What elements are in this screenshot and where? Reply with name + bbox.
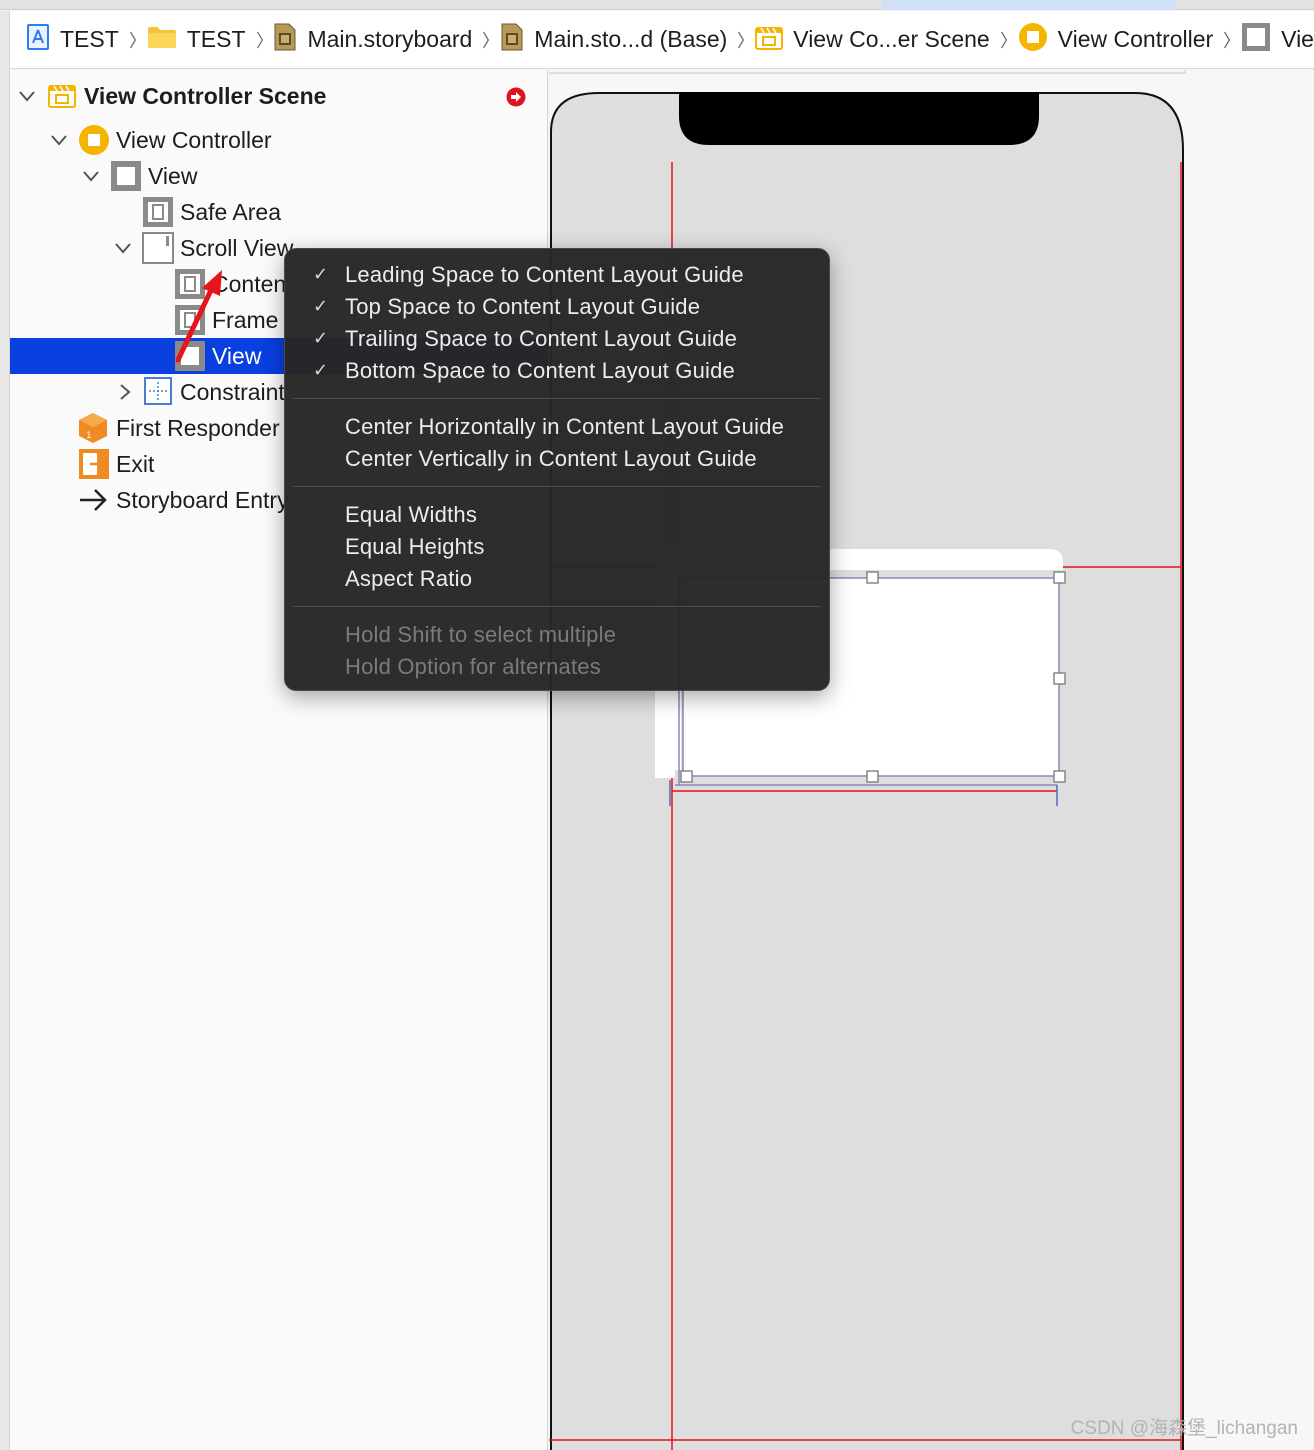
- menu-item-label: Leading Space to Content Layout Guide: [345, 262, 744, 287]
- view-icon: [110, 160, 142, 198]
- warning-arrow-icon[interactable]: [506, 86, 526, 113]
- constraints-icon: [144, 377, 172, 411]
- crumb-project[interactable]: TEST: [26, 23, 119, 57]
- crumb-view[interactable]: Vie: [1241, 22, 1314, 58]
- first-responder-icon: 1: [78, 412, 108, 450]
- xcode-window: TEST TEST Main.storyboard Main.sto...d (…: [0, 0, 1314, 1450]
- menu-item-center-horizontally[interactable]: Center Horizontally in Content Layout Gu…: [285, 411, 829, 443]
- chevron-right-icon: [1000, 31, 1007, 48]
- menu-item-equal-widths[interactable]: Equal Widths: [285, 499, 829, 531]
- chevron-right-icon[interactable]: [116, 383, 134, 401]
- view-controller-icon: [78, 124, 110, 162]
- menu-item-label: Equal Heights: [345, 534, 485, 559]
- editor-tab-strip: [0, 0, 1314, 10]
- menu-hint-shift: Hold Shift to select multiple: [285, 619, 829, 651]
- menu-item-top-space[interactable]: ✓ Top Space to Content Layout Guide: [285, 291, 829, 323]
- svg-text:1: 1: [86, 431, 92, 441]
- menu-hint-option: Hold Option for alternates: [285, 651, 829, 683]
- storyboard-file-icon: [273, 23, 297, 57]
- chevron-right-icon: [129, 31, 136, 48]
- arrow-right-icon: [78, 487, 108, 519]
- chevron-right-icon: [483, 31, 490, 48]
- scene-icon: [48, 81, 76, 115]
- checkmark-icon: ✓: [313, 328, 329, 348]
- outline-label: Safe Area: [180, 198, 282, 225]
- outline-label: View Controller: [116, 126, 272, 153]
- storyboard-file-icon: [500, 23, 524, 57]
- menu-hint-label: Hold Option for alternates: [345, 654, 601, 679]
- menu-item-label: Equal Widths: [345, 502, 478, 527]
- outline-row-view-controller[interactable]: View Controller: [10, 122, 548, 158]
- crumb-view-controller[interactable]: View Controller: [1018, 22, 1214, 58]
- outline-label: First Responder: [116, 414, 280, 441]
- checkmark-icon: ✓: [313, 264, 329, 284]
- crumb-label: View Controller: [1057, 26, 1214, 52]
- menu-item-equal-heights[interactable]: Equal Heights: [285, 531, 829, 563]
- folder-icon: [147, 25, 177, 55]
- outline-scene-label: View Controller Scene: [84, 82, 327, 109]
- chevron-right-icon: [256, 31, 263, 48]
- active-tab-highlight[interactable]: [882, 0, 1176, 10]
- view-icon: [1241, 22, 1271, 58]
- crumb-label: Main.storyboard: [307, 26, 473, 52]
- chevron-right-icon: [1224, 31, 1231, 48]
- crumb-label: View Co...er Scene: [793, 26, 990, 52]
- jump-bar: TEST TEST Main.storyboard Main.sto...d (…: [10, 11, 1314, 69]
- checkmark-icon: ✓: [313, 360, 329, 380]
- outline-label: Exit: [116, 450, 155, 477]
- view-controller-icon: [1018, 22, 1048, 58]
- chevron-down-icon[interactable]: [82, 167, 100, 185]
- menu-item-bottom-space[interactable]: ✓ Bottom Space to Content Layout Guide: [285, 355, 829, 387]
- app-project-icon: [26, 23, 50, 57]
- menu-separator: [293, 486, 821, 487]
- chevron-right-icon: [738, 31, 745, 48]
- outline-label: Storyboard Entry: [116, 486, 289, 513]
- scroll-view-icon: [142, 232, 174, 270]
- navigator-gutter: [0, 11, 10, 1450]
- crumb-folder[interactable]: TEST: [147, 25, 246, 55]
- menu-item-aspect-ratio[interactable]: Aspect Ratio: [285, 563, 829, 595]
- outline-row-view[interactable]: View: [10, 158, 548, 194]
- menu-item-label: Center Horizontally in Content Layout Gu…: [345, 414, 785, 439]
- crumb-label: Main.sto...d (Base): [534, 26, 728, 52]
- menu-separator: [293, 606, 821, 607]
- menu-item-leading-space[interactable]: ✓ Leading Space to Content Layout Guide: [285, 259, 829, 291]
- safe-area-icon: [142, 196, 174, 234]
- watermark: CSDN @海森堡_lichangan: [1070, 1418, 1298, 1439]
- outline-row-safe-area[interactable]: Safe Area: [10, 194, 548, 230]
- menu-hint-label: Hold Shift to select multiple: [345, 622, 617, 647]
- outline-row-scene[interactable]: View Controller Scene: [10, 78, 548, 114]
- crumb-label: TEST: [60, 26, 119, 52]
- menu-item-center-vertically[interactable]: Center Vertically in Content Layout Guid…: [285, 443, 829, 475]
- annotation-arrow-icon: [175, 270, 222, 363]
- outline-label: Constraint: [180, 378, 285, 405]
- chevron-down-icon[interactable]: [50, 131, 68, 149]
- chevron-down-icon[interactable]: [114, 239, 132, 257]
- menu-separator: [293, 398, 821, 399]
- scene-icon: [755, 24, 784, 56]
- crumb-storyboard-base[interactable]: Main.sto...d (Base): [500, 23, 727, 57]
- crumb-scene[interactable]: View Co...er Scene: [755, 24, 990, 56]
- chevron-down-icon[interactable]: [18, 87, 36, 105]
- outline-label: View: [148, 162, 198, 189]
- crumb-label: Vie: [1281, 26, 1314, 52]
- crumb-storyboard[interactable]: Main.storyboard: [273, 23, 472, 57]
- exit-icon: [78, 448, 110, 486]
- crumb-label: TEST: [186, 26, 246, 52]
- menu-item-trailing-space[interactable]: ✓ Trailing Space to Content Layout Guide: [285, 323, 829, 355]
- outline-label: Scroll View: [180, 234, 294, 261]
- menu-item-label: Top Space to Content Layout Guide: [345, 294, 701, 319]
- constraint-context-menu: ✓ Leading Space to Content Layout Guide …: [284, 248, 830, 691]
- menu-item-label: Aspect Ratio: [345, 566, 473, 591]
- menu-item-label: Center Vertically in Content Layout Guid…: [345, 446, 757, 471]
- checkmark-icon: ✓: [313, 296, 329, 316]
- menu-item-label: Bottom Space to Content Layout Guide: [345, 358, 735, 383]
- menu-item-label: Trailing Space to Content Layout Guide: [345, 326, 738, 351]
